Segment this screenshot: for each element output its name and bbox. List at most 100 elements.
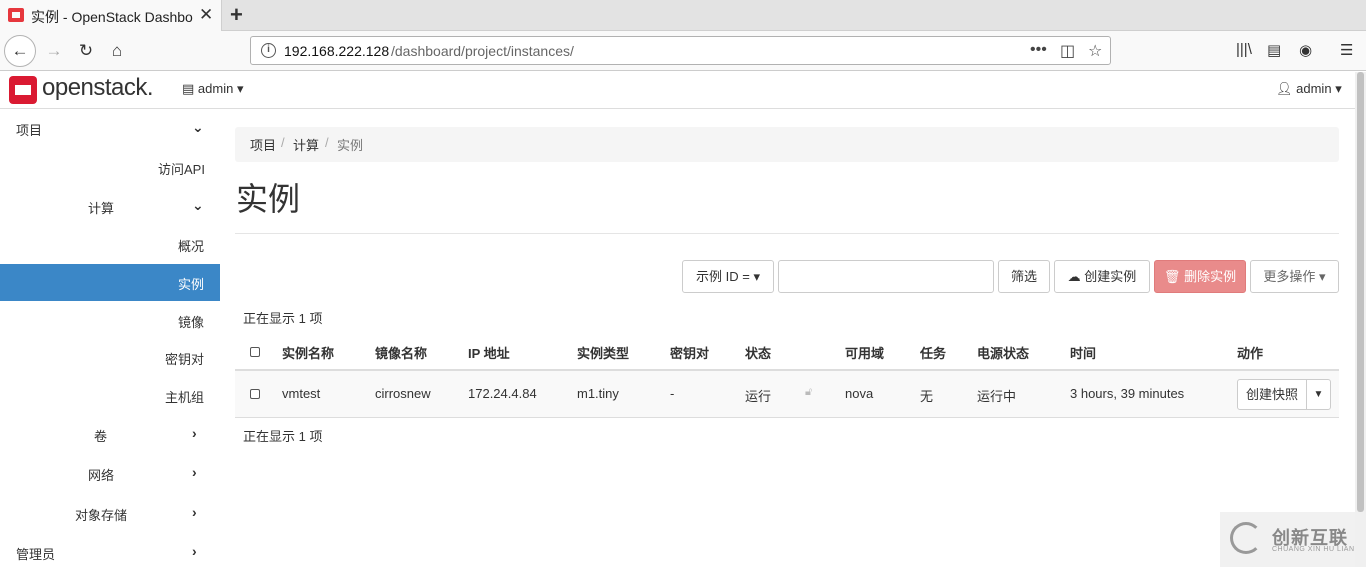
close-tab-icon[interactable]: ✕: [199, 5, 213, 25]
library-icon[interactable]: |||\: [1236, 41, 1252, 58]
flavor-link[interactable]: m1.tiny: [577, 386, 619, 401]
project-dropdown-label: admin: [197, 81, 234, 96]
table-row: vmtest cirrosnew 172.24.4.84 m1.tiny - 运…: [235, 371, 1339, 418]
sidebar-item-label: 主机组: [165, 390, 205, 405]
breadcrumb-item-instances: 实例: [337, 138, 364, 153]
ip-address: 172.24.4.84: [468, 386, 537, 401]
sidebar: 项目 ⌄ 访问API 计算 ⌄ 概况 实例 镜像 密钥对 主机组 卷 › 网络 …: [0, 109, 220, 567]
row-checkbox[interactable]: [250, 389, 260, 399]
item-count-bottom: 正在显示 1 项: [243, 429, 323, 444]
project-icon: ▤: [182, 81, 195, 96]
create-instance-button[interactable]: ☁ 创建实例: [1054, 260, 1150, 293]
table-header: 实例名称 镜像名称 IP 地址 实例类型 密钥对 状态 可用域 任务 电源状态 …: [235, 333, 1339, 371]
caret-down-icon: ▾: [753, 269, 760, 284]
pocket-icon[interactable]: ◫: [1060, 41, 1075, 61]
bookmark-star-icon[interactable]: ☆: [1088, 41, 1102, 61]
sidebar-item-label: 卷: [94, 429, 108, 444]
more-actions-label: 更多操作: [1263, 269, 1316, 284]
watermark-logo: 创新互联 CHUANG XIN HU LIAN: [1220, 512, 1360, 567]
divider: [235, 233, 1339, 234]
new-tab-icon[interactable]: +: [230, 2, 243, 28]
chevron-down-icon: ⌄: [192, 119, 204, 135]
sidebar-item-label: 概况: [178, 239, 205, 254]
url-host: 192.168.222.128: [284, 43, 390, 59]
row-actions-dropdown[interactable]: ▼: [1306, 379, 1331, 410]
delete-instance-button[interactable]: 🗑︎ 删除实例: [1154, 260, 1246, 293]
breadcrumb-separator: /: [281, 135, 285, 150]
sidebar-item-label: 网络: [88, 468, 115, 483]
url-bar[interactable]: i 192.168.222.128 /dashboard/project/ins…: [250, 36, 1111, 65]
power-state: 运行中: [977, 389, 1017, 404]
caret-down-icon: ▾: [1319, 269, 1326, 284]
chevron-down-icon: ⌄: [192, 197, 204, 213]
scrollbar-thumb[interactable]: [1357, 72, 1364, 512]
column-header: 动作: [1237, 346, 1264, 361]
caret-down-icon: ▾: [236, 81, 244, 96]
user-icon: 👤︎: [1276, 81, 1293, 96]
status: 运行: [745, 389, 772, 404]
column-header[interactable]: 任务: [920, 343, 946, 362]
task: 无: [920, 389, 934, 404]
chevron-right-icon: ›: [192, 543, 197, 559]
filter-input[interactable]: [778, 260, 994, 293]
trash-icon: 🗑︎: [1163, 269, 1181, 284]
page-title: 实例: [236, 181, 301, 217]
info-icon[interactable]: i: [261, 43, 276, 58]
sidebar-item-label: 镜像: [178, 315, 205, 330]
availability-zone: nova: [845, 386, 874, 401]
logo-text[interactable]: openstack.: [42, 74, 154, 102]
chevron-right-icon: ›: [192, 425, 197, 441]
browser-tab-bar: 实例 - OpenStack Dashbo ✕ +: [0, 0, 1366, 31]
breadcrumb-separator: /: [325, 135, 329, 150]
browser-tab[interactable]: 实例 - OpenStack Dashbo ✕: [0, 0, 222, 31]
sidebar-item-label: 管理员: [16, 547, 56, 562]
openstack-logo-icon[interactable]: [9, 76, 37, 104]
tab-title: 实例 - OpenStack Dashbo: [31, 9, 193, 25]
column-header[interactable]: 实例名称: [282, 343, 334, 362]
column-header[interactable]: IP 地址: [468, 343, 510, 362]
column-header[interactable]: 电源状态: [977, 343, 1029, 362]
column-header[interactable]: 密钥对: [670, 343, 709, 362]
app-header: openstack. ▤ admin ▾ 👤︎ admin ▾: [0, 72, 1355, 109]
unlock-icon[interactable]: 🔓︎: [805, 386, 812, 399]
project-dropdown[interactable]: ▤ admin ▾: [182, 81, 244, 97]
create-instance-label: 创建实例: [1084, 269, 1137, 284]
cloud-upload-icon: ☁: [1067, 269, 1081, 284]
keypair: -: [670, 386, 675, 401]
sidebar-item-label: 项目: [16, 123, 43, 138]
column-header[interactable]: 实例类型: [577, 343, 629, 362]
more-actions-button[interactable]: 更多操作 ▾: [1250, 260, 1339, 293]
select-all-checkbox[interactable]: [250, 347, 260, 357]
column-header[interactable]: 可用域: [845, 343, 884, 362]
watermark-logo-icon: [1230, 522, 1262, 554]
filter-field-select[interactable]: 示例 ID = ▾: [682, 260, 774, 293]
home-icon[interactable]: ⌂: [103, 37, 131, 65]
breadcrumb-item-compute[interactable]: 计算: [293, 135, 319, 154]
page-scrollbar[interactable]: [1355, 72, 1366, 567]
page-actions-icon[interactable]: •••: [1030, 41, 1047, 59]
extension-icon[interactable]: ◉: [1299, 41, 1312, 59]
column-header[interactable]: 镜像名称: [375, 343, 427, 362]
back-arrow-icon[interactable]: ←: [4, 35, 36, 67]
sidebar-toggle-icon[interactable]: ▤: [1267, 41, 1281, 59]
instance-name-link[interactable]: vmtest: [282, 386, 320, 401]
uptime: 3 hours, 39 minutes: [1070, 386, 1185, 401]
caret-down-icon: ▼: [1313, 389, 1324, 400]
column-header[interactable]: 时间: [1070, 343, 1096, 362]
filter-button[interactable]: 筛选: [998, 260, 1050, 293]
sidebar-item-label: 密钥对: [165, 352, 205, 367]
sidebar-item-label: 访问API: [158, 162, 205, 177]
watermark-subtext: CHUANG XIN HU LIAN: [1272, 546, 1355, 553]
openstack-favicon-icon: [8, 8, 24, 22]
column-header[interactable]: 状态: [745, 343, 771, 362]
menu-icon[interactable]: ☰: [1340, 41, 1353, 59]
breadcrumb-item-project[interactable]: 项目: [250, 135, 276, 154]
reload-icon[interactable]: ↻: [72, 37, 100, 65]
image-name: cirrosnew: [375, 386, 431, 401]
create-snapshot-button[interactable]: 创建快照: [1237, 379, 1307, 410]
sidebar-item-label: 计算: [88, 201, 115, 216]
forward-arrow-icon[interactable]: →: [40, 37, 68, 65]
user-dropdown-label: admin: [1296, 81, 1332, 96]
delete-instance-label: 删除实例: [1184, 269, 1237, 284]
user-dropdown[interactable]: 👤︎ admin ▾: [1276, 81, 1342, 97]
